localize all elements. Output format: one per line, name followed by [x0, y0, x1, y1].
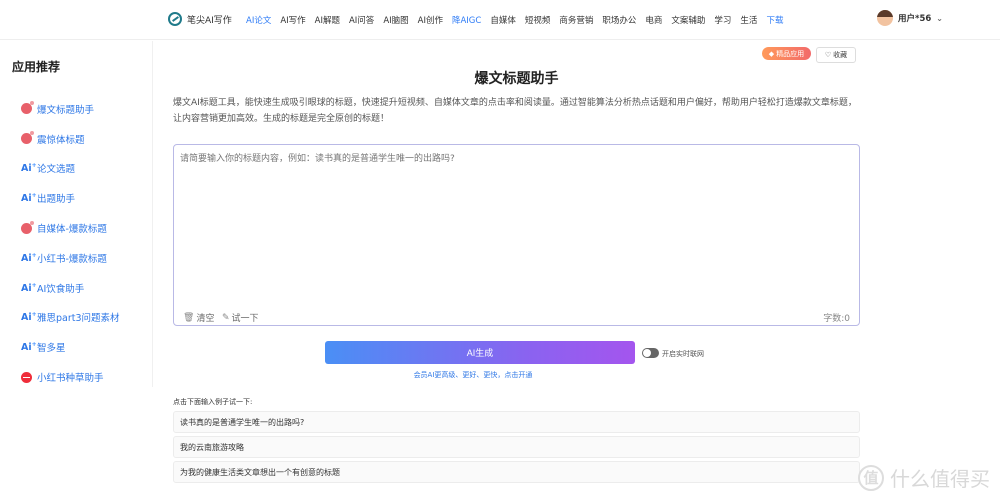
watermark-logo-icon: 值	[858, 464, 884, 491]
realtime-network-toggle[interactable]	[642, 348, 659, 358]
sidebar-item-xiaohongshu-title[interactable]: Ai+ 小红书-爆款标题	[21, 243, 120, 273]
ai-icon: Ai+	[21, 281, 37, 294]
nav-item-copywriting[interactable]: 文案辅助	[671, 14, 705, 26]
ai-generate-button[interactable]: AI生成	[325, 341, 635, 364]
nav-item-ai-qa[interactable]: AI问答	[349, 14, 374, 26]
trash-icon: 🗑	[183, 312, 195, 323]
logo[interactable]: 笔尖AI写作	[168, 12, 232, 26]
nav-item-ai-mindmap[interactable]: AI脑图	[383, 14, 408, 26]
sidebar-item-label: 智多星	[37, 343, 66, 355]
ai-icon: Ai+	[21, 251, 37, 264]
favorite-label: 收藏	[833, 51, 848, 59]
sidebar-item-label: 爆文标题助手	[37, 104, 95, 116]
xiaohongshu-icon	[21, 371, 32, 383]
user-menu[interactable]: 用户*56 ⌄	[877, 10, 943, 26]
nav-item-self-media[interactable]: 自媒体	[490, 14, 516, 26]
nav-item-study[interactable]: 学习	[714, 14, 731, 26]
sidebar-item-label: AI饮食助手	[37, 283, 85, 295]
realtime-network-label: 开启实时联网	[662, 350, 704, 358]
nav-item-ai-paper[interactable]: AI论文	[246, 14, 271, 26]
example-item[interactable]: 我的云南旅游攻略	[173, 436, 860, 458]
sidebar-item-question-helper[interactable]: Ai+ 出题助手	[21, 183, 120, 213]
sidebar-item-self-media-title[interactable]: 自媒体-爆款标题	[21, 213, 120, 243]
sidebar-list: 爆文标题助手 震惊体标题 Ai+ 论文选题 Ai+ 出题助手 自媒体-爆款标题 …	[21, 94, 120, 392]
ai-icon: Ai+	[21, 162, 37, 175]
nav-item-ai-solve[interactable]: AI解题	[315, 14, 340, 26]
sidebar-item-label: 雅思part3问题素材	[37, 313, 120, 325]
sidebar-item-xiaohongshu-seeding[interactable]: 小红书种草助手	[21, 362, 120, 392]
examples-hint: 点击下面输入例子试一下:	[173, 398, 253, 406]
logo-text: 笔尖AI写作	[187, 15, 232, 26]
pen-icon: ✎	[222, 312, 230, 323]
heart-icon: ♡	[824, 51, 832, 59]
main-nav: AI论文 AI写作 AI解题 AI问答 AI脑图 AI创作 降AIGC 自媒体 …	[246, 14, 783, 26]
ai-icon: Ai+	[21, 192, 37, 205]
avatar[interactable]	[877, 10, 894, 26]
watermark-text: 什么值得买	[890, 467, 990, 491]
sidebar-item-diet-helper[interactable]: Ai+ AI饮食助手	[21, 273, 120, 303]
user-name: 用户*56	[898, 14, 932, 24]
nav-item-reduce-aigc[interactable]: 降AIGC	[452, 14, 481, 26]
nav-item-download[interactable]: 下载	[766, 14, 783, 26]
example-item[interactable]: 读书真的是普通学生唯一的出路吗?	[173, 411, 860, 433]
nav-item-short-video[interactable]: 短视频	[525, 14, 551, 26]
watermark: 值 什么值得买	[858, 463, 990, 492]
nav-item-ecommerce[interactable]: 电商	[645, 14, 662, 26]
sidebar-item-label: 论文选题	[37, 164, 76, 176]
top-navbar: 笔尖AI写作 AI论文 AI写作 AI解题 AI问答 AI脑图 AI创作 降AI…	[0, 0, 1000, 40]
sidebar-item-shock-title[interactable]: 震惊体标题	[21, 124, 120, 154]
title-input-box: 🗑 清空 ✎ 试一下 字数:0	[173, 144, 860, 326]
sidebar-item-label: 出题助手	[37, 194, 76, 206]
page-title: 爆文标题助手	[474, 71, 559, 87]
sidebar-item-label: 小红书-爆款标题	[37, 253, 107, 265]
ai-icon: Ai+	[21, 341, 37, 354]
clear-button[interactable]: 🗑 清空	[183, 311, 215, 325]
favorite-button[interactable]: ♡ 收藏	[816, 47, 856, 63]
sidebar-item-label: 自媒体-爆款标题	[37, 224, 107, 236]
nav-item-ai-writing[interactable]: AI写作	[280, 14, 305, 26]
char-count: 字数:0	[823, 314, 850, 324]
logo-pen-icon	[168, 12, 182, 26]
tool-description: 爆文AI标题工具，能快速生成吸引眼球的标题，快速提升短视频、自媒体文章的点击率和…	[173, 98, 857, 124]
sidebar-item-zhiduoxing[interactable]: Ai+ 智多星	[21, 332, 120, 362]
try-label: 试一下	[231, 314, 259, 324]
sidebar-item-label: 震惊体标题	[37, 134, 85, 146]
premium-app-badge: ◆ 精品应用	[762, 47, 811, 60]
sidebar: 应用推荐 爆文标题助手 震惊体标题 Ai+ 论文选题 Ai+ 出题助手 自媒体-…	[0, 41, 153, 387]
nav-item-office[interactable]: 职场办公	[602, 14, 636, 26]
try-button[interactable]: ✎ 试一下	[222, 311, 259, 325]
bomb-icon	[21, 101, 34, 115]
bomb-icon	[21, 220, 34, 234]
diamond-icon: ◆	[768, 49, 775, 58]
nav-item-life[interactable]: 生活	[740, 14, 757, 26]
sidebar-item-thesis-topic[interactable]: Ai+ 论文选题	[21, 154, 120, 184]
chevron-down-icon[interactable]: ⌄	[936, 14, 943, 23]
ai-icon: Ai+	[21, 311, 37, 324]
sidebar-title: 应用推荐	[12, 60, 61, 74]
bomb-icon	[21, 131, 34, 145]
nav-item-ai-create[interactable]: AI创作	[418, 14, 443, 26]
sidebar-item-ielts-part3[interactable]: Ai+ 雅思part3问题素材	[21, 303, 120, 333]
title-input[interactable]	[180, 151, 850, 301]
sidebar-item-viral-title[interactable]: 爆文标题助手	[21, 94, 120, 124]
nav-item-marketing[interactable]: 商务营销	[559, 14, 593, 26]
clear-label: 清空	[196, 314, 215, 324]
vip-upgrade-link[interactable]: 会员AI更高级、更好、更快，点击开通	[173, 370, 773, 380]
example-item[interactable]: 为我的健康生活类文章想出一个有创意的标题	[173, 461, 860, 483]
sidebar-item-label: 小红书种草助手	[37, 373, 104, 385]
premium-badge-label: 精品应用	[776, 49, 805, 58]
